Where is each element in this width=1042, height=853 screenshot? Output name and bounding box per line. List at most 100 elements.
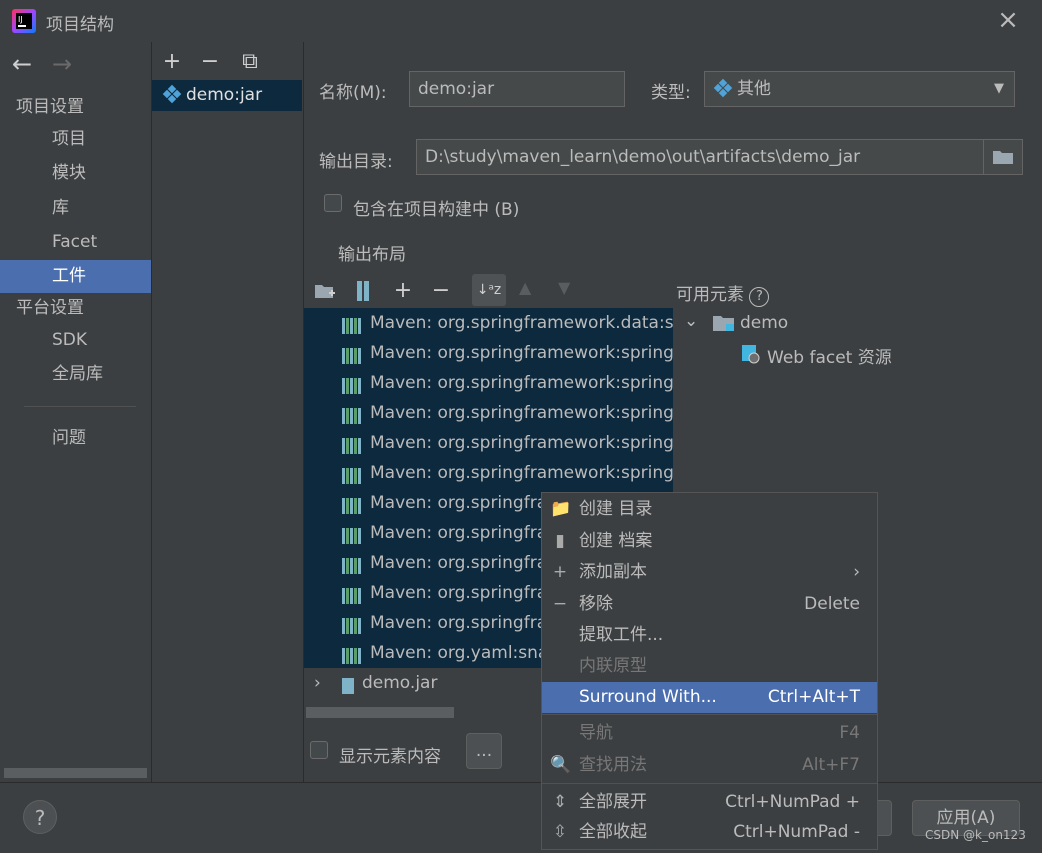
- library-icon: [342, 464, 364, 484]
- library-row-label: Maven: org.springframework:spring: [370, 343, 673, 363]
- library-icon: [342, 374, 364, 394]
- library-row-label: Maven: org.springfra: [370, 523, 548, 543]
- menu-item-shortcut: Ctrl+NumPad +: [725, 792, 860, 812]
- menu-item-create-archive[interactable]: ▮ 创建 档案: [542, 526, 877, 557]
- library-icon: [342, 554, 364, 574]
- close-icon[interactable]: ×: [994, 6, 1022, 34]
- menu-item-navigate[interactable]: 导航 F4: [542, 718, 877, 749]
- artifact-list-panel: [152, 42, 304, 782]
- sort-alpha-icon[interactable]: ↓ᵃz: [472, 274, 506, 306]
- available-child-label[interactable]: Web facet 资源: [767, 343, 892, 368]
- include-in-build-checkbox[interactable]: [324, 194, 342, 212]
- menu-item-label: 创建 目录: [579, 499, 653, 519]
- menu-item-shortcut: F4: [839, 723, 860, 743]
- menu-item-find-usages[interactable]: 🔍 查找用法 Alt+F7: [542, 750, 877, 781]
- type-diamond-icon: [713, 78, 733, 97]
- menu-item-label: 内联原型: [579, 656, 647, 676]
- plus-icon: +: [552, 562, 568, 582]
- artifact-item-label: demo:jar: [186, 85, 263, 105]
- move-down-icon[interactable]: ▼: [558, 278, 570, 297]
- menu-item-collapse-all[interactable]: ⇳ 全部收起 Ctrl+NumPad -: [542, 817, 877, 848]
- name-input[interactable]: demo:jar: [409, 71, 625, 107]
- nav-divider: [24, 406, 136, 407]
- nav-item-global-libraries[interactable]: 全局库: [0, 358, 151, 391]
- archive-icon: [342, 674, 356, 694]
- output-dir-value: D:\study\maven_learn\demo\out\artifacts\…: [425, 147, 861, 167]
- nav-scrollbar[interactable]: [4, 768, 147, 778]
- include-in-build-label: 包含在项目构建中 (B): [353, 200, 520, 220]
- show-content-label: 显示元素内容: [339, 747, 441, 767]
- tree-row-library[interactable]: Maven: org.springframework.data:s: [304, 308, 673, 338]
- more-options-button[interactable]: ...: [466, 733, 502, 769]
- type-select[interactable]: 其他 ▼: [704, 71, 1015, 107]
- library-row-label: Maven: org.springframework.data:s: [370, 313, 673, 333]
- menu-item-shortcut: Ctrl+NumPad -: [733, 822, 860, 842]
- library-icon: [342, 344, 364, 364]
- remove-element-icon[interactable]: −: [428, 278, 454, 304]
- add-copy-icon[interactable]: +: [390, 278, 416, 304]
- menu-item-inline-archetype[interactable]: 内联原型: [542, 651, 877, 682]
- available-root-label[interactable]: demo: [740, 313, 788, 333]
- name-label: 名称(M):: [319, 83, 387, 103]
- menu-item-label: 提取工件...: [579, 625, 664, 645]
- tree-row-library[interactable]: Maven: org.springframework:spring: [304, 458, 673, 488]
- nav-item-facet[interactable]: Facet: [0, 226, 151, 259]
- menu-item-shortcut: Ctrl+Alt+T: [767, 687, 860, 707]
- type-value: 其他: [737, 79, 771, 99]
- nav-item-project[interactable]: 项目: [0, 123, 151, 156]
- tree-row-library[interactable]: Maven: org.springframework:spring: [304, 398, 673, 428]
- menu-item-label: Surround With...: [579, 687, 717, 707]
- help-icon[interactable]: ?: [23, 800, 57, 834]
- nav-item-libraries[interactable]: 库: [0, 192, 151, 225]
- nav-item-modules[interactable]: 模块: [0, 157, 151, 190]
- available-elements-label: 可用元素 ?: [676, 280, 770, 307]
- artifact-diamond-icon: [162, 84, 182, 103]
- library-row-label: Maven: org.springfra: [370, 583, 548, 603]
- forward-arrow-icon[interactable]: →: [52, 50, 72, 78]
- output-dir-input[interactable]: D:\study\maven_learn\demo\out\artifacts\…: [416, 139, 1023, 175]
- folder-plus-icon: 📁: [550, 499, 572, 519]
- remove-artifact-icon[interactable]: −: [197, 49, 223, 75]
- menu-item-label: 创建 档案: [579, 531, 653, 551]
- create-archive-icon[interactable]: [353, 280, 373, 302]
- copy-artifact-icon[interactable]: ⧉: [237, 49, 263, 75]
- create-directory-icon[interactable]: [313, 280, 337, 302]
- menu-item-add-copy[interactable]: + 添加副本 ›: [542, 557, 877, 588]
- tree-row-library[interactable]: Maven: org.springframework:spring: [304, 338, 673, 368]
- library-row-label: Maven: org.springfra: [370, 613, 548, 633]
- chevron-right-icon[interactable]: ›: [314, 668, 321, 698]
- show-content-checkbox[interactable]: [310, 741, 328, 759]
- nav-item-sdk[interactable]: SDK: [0, 324, 151, 357]
- output-dir-label: 输出目录:: [319, 152, 393, 172]
- menu-item-label: 移除: [579, 594, 613, 614]
- add-artifact-icon[interactable]: +: [159, 49, 185, 75]
- svg-text:IJ: IJ: [18, 15, 23, 24]
- back-arrow-icon[interactable]: ←: [12, 50, 32, 78]
- library-icon: [342, 644, 364, 664]
- collapse-all-icon: ⇳: [552, 822, 568, 842]
- menu-item-create-directory[interactable]: 📁 创建 目录: [542, 494, 877, 525]
- output-layout-label: 输出布局: [338, 245, 406, 265]
- library-icon: [342, 584, 364, 604]
- layout-tree-hscrollbar[interactable]: [306, 707, 454, 718]
- menu-item-expand-all[interactable]: ⇕ 全部展开 Ctrl+NumPad +: [542, 787, 877, 818]
- help-circle-icon[interactable]: ?: [749, 287, 770, 307]
- web-facet-icon: [740, 344, 762, 364]
- library-row-label: Maven: org.springfra: [370, 553, 548, 573]
- menu-item-remove[interactable]: − 移除 Delete: [542, 589, 877, 620]
- nav-item-artifacts[interactable]: 工件: [0, 260, 151, 293]
- artifact-list-item[interactable]: demo:jar: [152, 80, 302, 111]
- tree-row-library[interactable]: Maven: org.springframework:spring: [304, 368, 673, 398]
- jar-row-label: demo.jar: [362, 673, 438, 693]
- module-folder-icon: [712, 313, 736, 333]
- menu-item-label: 全部展开: [579, 792, 647, 812]
- chevron-down-icon[interactable]: ⌄: [684, 311, 698, 331]
- menu-item-extract-artifact[interactable]: 提取工件...: [542, 620, 877, 651]
- nav-item-problems[interactable]: 问题: [0, 422, 151, 455]
- move-up-icon[interactable]: ▲: [519, 278, 531, 297]
- minus-icon: −: [552, 594, 568, 614]
- menu-item-label: 查找用法: [579, 755, 647, 775]
- folder-browse-icon[interactable]: [983, 140, 1022, 174]
- menu-item-surround-with[interactable]: Surround With... Ctrl+Alt+T: [542, 682, 877, 713]
- tree-row-library[interactable]: Maven: org.springframework:spring: [304, 428, 673, 458]
